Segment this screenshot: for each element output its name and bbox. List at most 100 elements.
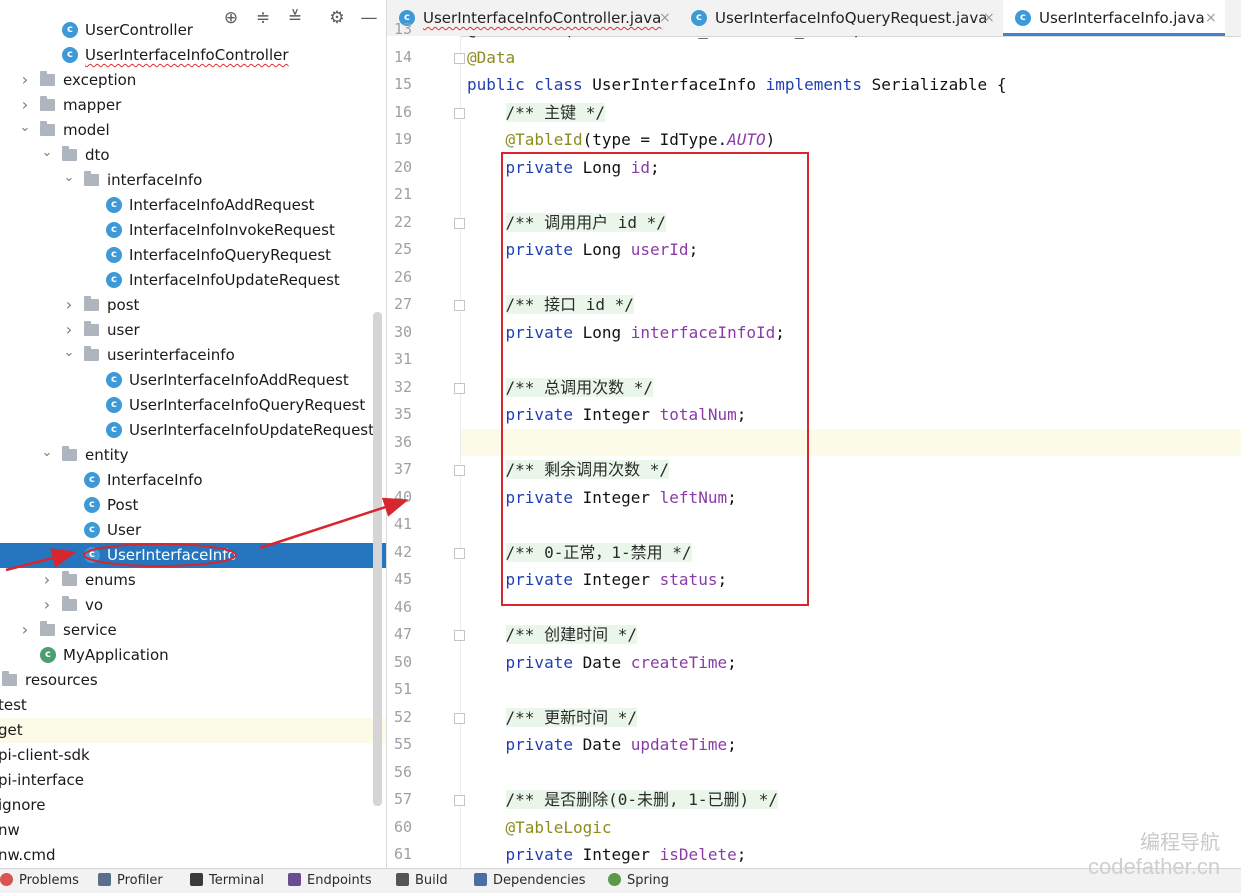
tree-node[interactable]: get: [0, 718, 386, 743]
chevron-down-icon[interactable]: ⌄: [62, 340, 76, 365]
toolwindow-terminal[interactable]: Terminal: [190, 869, 264, 893]
tree-node[interactable]: nw: [0, 818, 386, 843]
tree-node[interactable]: c InterfaceInfoQueryRequest: [0, 243, 386, 268]
tree-node[interactable]: c UserInterfaceInfo: [0, 543, 386, 568]
tree-node-label: user: [107, 321, 140, 339]
chevron-down-icon[interactable]: ⌄: [18, 115, 32, 140]
tree-node[interactable]: ⌄ dto: [0, 143, 386, 168]
tree-node[interactable]: nw.cmd: [0, 843, 386, 868]
chevron-down-icon[interactable]: ⌄: [40, 140, 54, 165]
tree-node[interactable]: c UserController: [0, 18, 386, 43]
folder-icon: [40, 71, 55, 86]
chevron-right-icon[interactable]: ›: [62, 317, 76, 342]
tree-node[interactable]: pi-interface: [0, 768, 386, 793]
chevron-right-icon[interactable]: ›: [40, 592, 54, 617]
tree-node[interactable]: › mapper: [0, 93, 386, 118]
folder-icon: [2, 671, 17, 686]
code-line[interactable]: private Date createTime;: [467, 649, 737, 676]
close-icon[interactable]: ×: [983, 0, 995, 36]
close-icon[interactable]: ×: [1205, 0, 1217, 36]
dependencies-icon: [474, 873, 487, 886]
code-line[interactable]: @TableName(value = "user_interface_info"…: [467, 36, 862, 43]
chevron-right-icon[interactable]: ›: [62, 292, 76, 317]
tree-node[interactable]: c UserInterfaceInfoController: [0, 43, 386, 68]
close-icon[interactable]: ×: [659, 0, 671, 36]
tree-node[interactable]: ⌄ entity: [0, 443, 386, 468]
tree-node[interactable]: c Post: [0, 493, 386, 518]
code-line[interactable]: private Date updateTime;: [467, 731, 737, 758]
tree-node[interactable]: ignore: [0, 793, 386, 818]
line-number: 22: [394, 212, 413, 231]
tree-node[interactable]: c MyApplication: [0, 643, 386, 668]
tree-node[interactable]: test: [0, 693, 386, 718]
code-line[interactable]: @TableId(type = IdType.AUTO): [467, 126, 776, 153]
folder-icon: [62, 146, 77, 161]
tree-node[interactable]: › post: [0, 293, 386, 318]
editor-tab[interactable]: c UserInterfaceInfoQueryRequest.java ×: [679, 0, 1003, 36]
toolwindow-problems[interactable]: Problems: [0, 869, 79, 893]
toolwindow-profiler[interactable]: Profiler: [98, 869, 163, 893]
chevron-right-icon[interactable]: ›: [18, 617, 32, 642]
code-token: ;: [727, 652, 737, 672]
tree-node[interactable]: c UserInterfaceInfoAddRequest: [0, 368, 386, 393]
code-line[interactable]: /** 创建时间 */: [467, 621, 637, 648]
tree-node[interactable]: c UserInterfaceInfoQueryRequest: [0, 393, 386, 418]
tree-node[interactable]: ⌄ interfaceInfo: [0, 168, 386, 193]
tree-scrollbar[interactable]: [373, 312, 382, 806]
chevron-down-icon[interactable]: ⌄: [62, 165, 76, 190]
tree-node[interactable]: › user: [0, 318, 386, 343]
folder-icon: [40, 121, 55, 136]
tree-node[interactable]: ⌄ model: [0, 118, 386, 143]
code-line[interactable]: /** 主键 */: [467, 99, 605, 126]
line-number: 55: [394, 735, 413, 753]
toolwindow-build[interactable]: Build: [396, 869, 448, 893]
code-token: /** 更新时间 */: [505, 707, 637, 727]
class-icon: c: [84, 547, 100, 563]
tree-node[interactable]: c InterfaceInfo: [0, 468, 386, 493]
tree-node-label: InterfaceInfoQueryRequest: [129, 246, 332, 264]
tree-node[interactable]: ⌄ userinterfaceinfo: [0, 343, 386, 368]
tree-node[interactable]: resources: [0, 668, 386, 693]
toolwindow-label: Terminal: [209, 873, 264, 888]
tree-node-label: entity: [85, 446, 129, 464]
toolwindow-endpoints[interactable]: Endpoints: [288, 869, 372, 893]
tree-node-label: MyApplication: [63, 646, 169, 664]
tree-node[interactable]: pi-client-sdk: [0, 743, 386, 768]
tree-node-label: test: [0, 696, 27, 714]
code-line[interactable]: private Integer isDelete;: [467, 841, 747, 868]
chevron-right-icon[interactable]: ›: [18, 67, 32, 92]
chevron-right-icon[interactable]: ›: [18, 92, 32, 117]
tree-node[interactable]: › exception: [0, 68, 386, 93]
code-line[interactable]: /** 是否删除(0-未删, 1-已删) */: [467, 786, 779, 813]
chevron-right-icon[interactable]: ›: [40, 567, 54, 592]
toolwindow-dependencies[interactable]: Dependencies: [474, 869, 586, 893]
editor-tab[interactable]: c UserInterfaceInfo.java ×: [1003, 0, 1225, 36]
chevron-down-icon[interactable]: ⌄: [40, 440, 54, 465]
tree-node[interactable]: c InterfaceInfoInvokeRequest: [0, 218, 386, 243]
tree-node[interactable]: › service: [0, 618, 386, 643]
toolwindow-label: Dependencies: [493, 873, 586, 888]
tree-node[interactable]: c UserInterfaceInfoUpdateRequest: [0, 418, 386, 443]
toolwindow-spring[interactable]: Spring: [608, 869, 669, 893]
tree-node-label: ignore: [0, 796, 46, 814]
line-number: 61: [394, 845, 413, 863]
tree-node[interactable]: › vo: [0, 593, 386, 618]
tree-node[interactable]: c User: [0, 518, 386, 543]
code-line[interactable]: @TableLogic: [467, 814, 612, 841]
folder-icon: [84, 171, 99, 186]
tree-node[interactable]: c InterfaceInfoAddRequest: [0, 193, 386, 218]
code-line[interactable]: @Data: [467, 44, 515, 71]
tree-node[interactable]: c InterfaceInfoUpdateRequest: [0, 268, 386, 293]
tree-node-label: nw: [0, 821, 20, 839]
tree-node[interactable]: › enums: [0, 568, 386, 593]
code-line[interactable]: public class UserInterfaceInfo implement…: [467, 71, 1006, 98]
code-token: createTime: [630, 652, 728, 672]
code-line[interactable]: /** 更新时间 */: [467, 704, 637, 731]
